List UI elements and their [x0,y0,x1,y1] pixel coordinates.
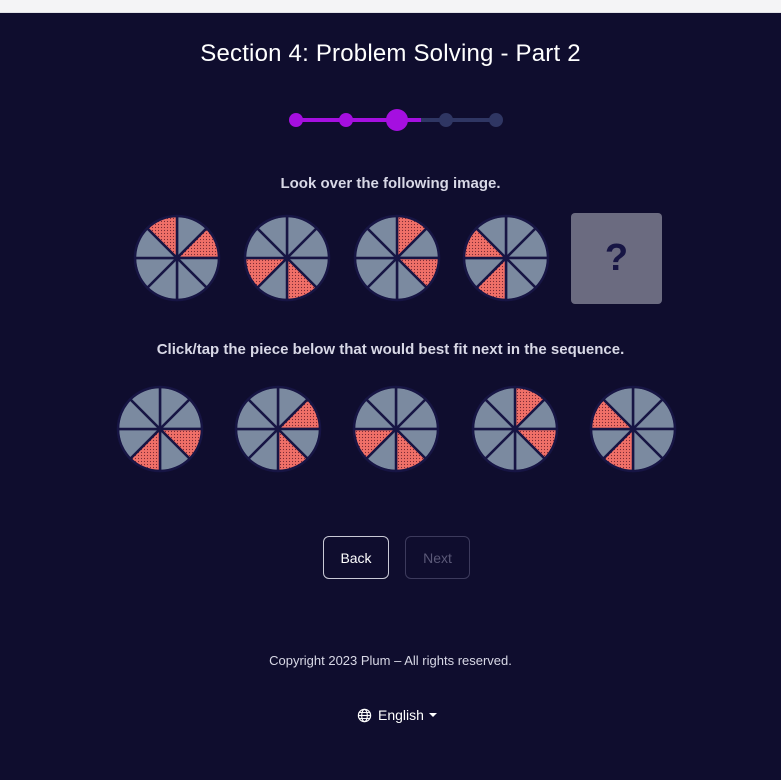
question-mark: ? [604,237,629,279]
back-button[interactable]: Back [323,536,389,579]
answer-option-1[interactable] [116,385,204,473]
next-button[interactable]: Next [405,536,470,579]
answer-option-5[interactable] [589,385,677,473]
language-selector[interactable]: English [357,707,437,723]
progress-step-3-current [386,109,408,131]
missing-piece-placeholder: ? [571,213,662,304]
answer-option-3[interactable] [352,385,440,473]
sequence-pie-3 [353,214,441,302]
globe-icon [357,708,372,722]
answer-option-4[interactable] [471,385,559,473]
progress-step-1 [289,113,303,127]
sequence-pie-1 [133,214,221,302]
progress-step-2 [339,113,353,127]
progress-step-5 [489,113,503,127]
sequence-pie-4 [462,214,550,302]
instruction-look: Look over the following image. [280,175,501,192]
chevron-down-icon [428,713,437,717]
sequence-pie-2 [243,214,331,302]
progress-step-4 [439,113,453,127]
instruction-select: Click/tap the piece below that would bes… [156,341,625,358]
browser-top-bar [0,0,781,13]
copyright-text: Copyright 2023 Plum – All rights reserve… [269,653,512,668]
answer-option-2[interactable] [234,385,322,473]
language-label: English [378,707,424,723]
section-title: Section 4: Problem Solving - Part 2 [200,40,581,67]
